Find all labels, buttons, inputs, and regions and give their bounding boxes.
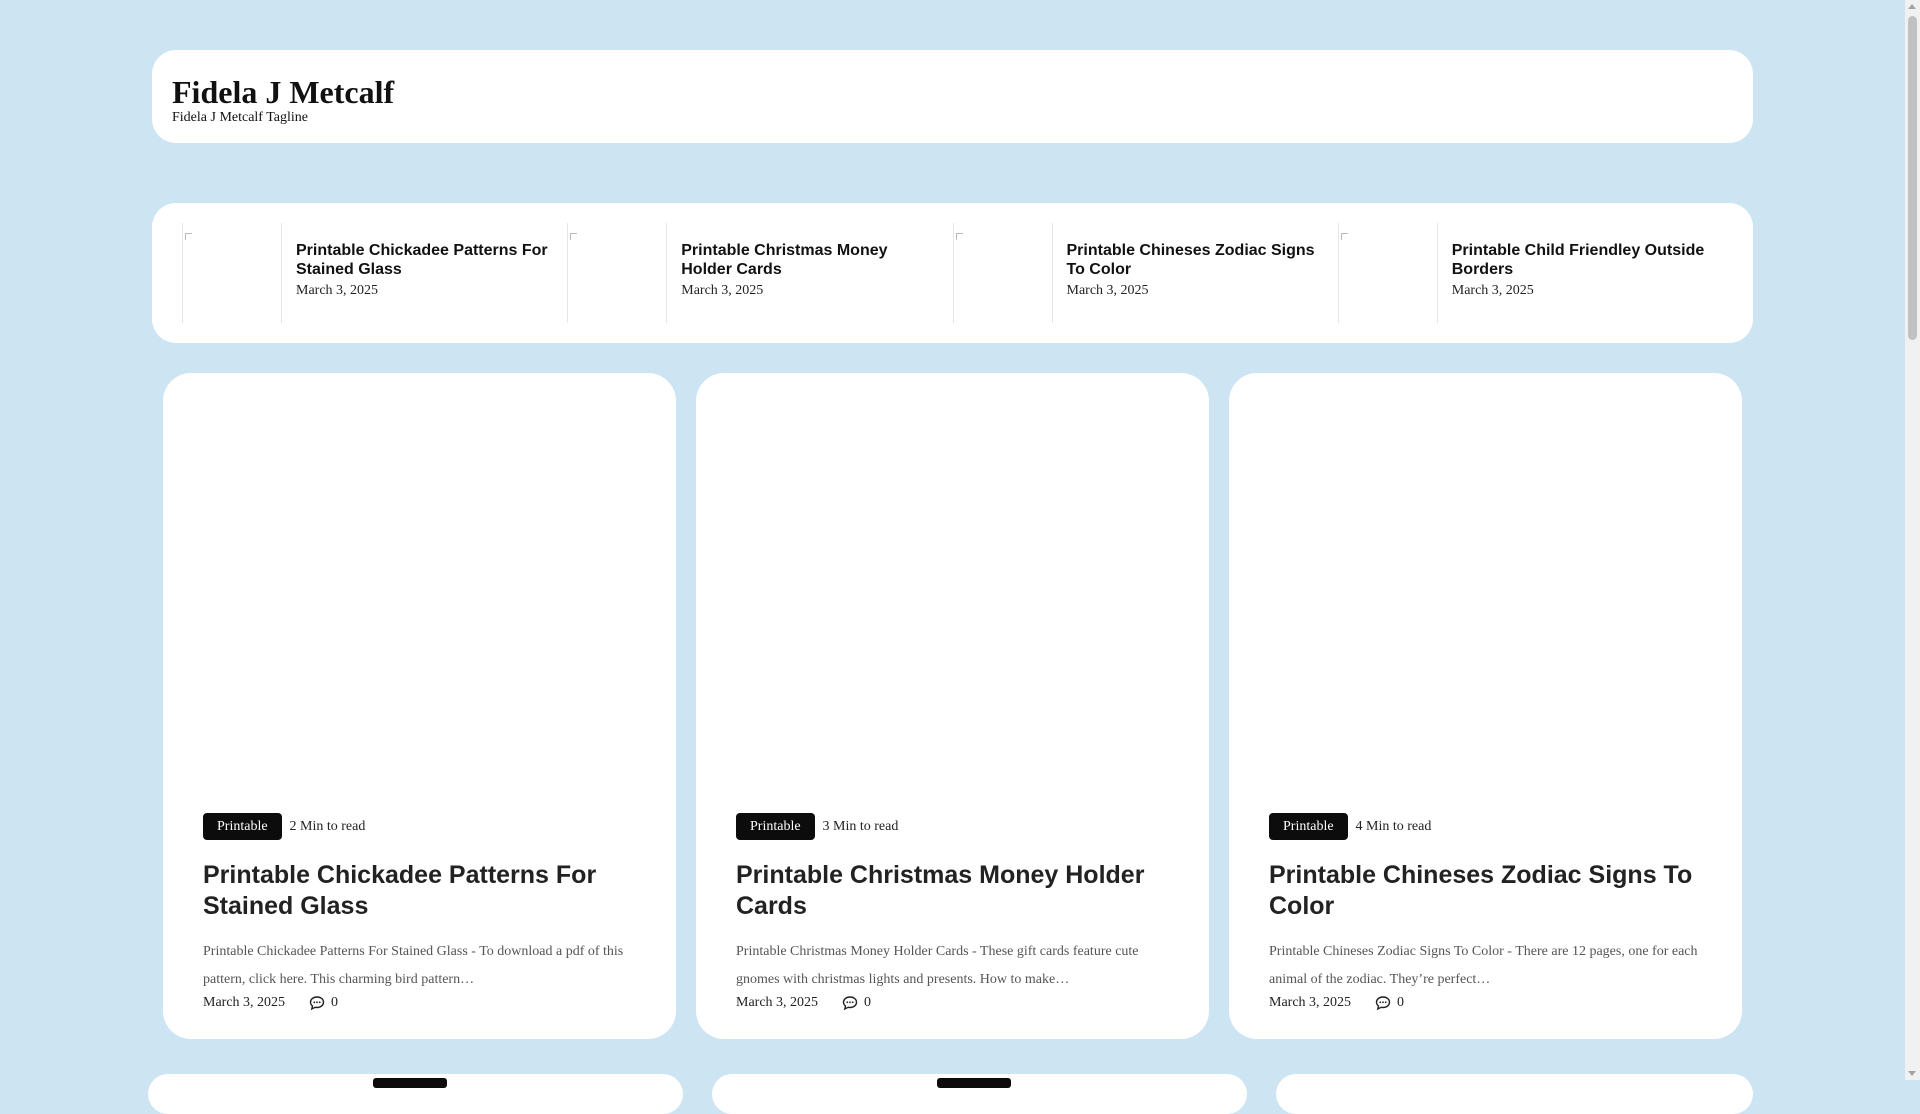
scrollbar-thumb[interactable]	[1908, 16, 1917, 340]
comment-count: 0	[1397, 995, 1405, 1010]
comments-link[interactable]: 0	[842, 995, 871, 1011]
post-card-title[interactable]: Printable Chineses Zodiac Signs To Color	[1269, 860, 1702, 922]
post-card-title[interactable]: Printable Christmas Money Holder Cards	[736, 860, 1169, 922]
recent-post-title[interactable]: Printable Christmas Money Holder Cards	[681, 241, 941, 279]
recent-post-thumbnail[interactable]	[182, 223, 282, 323]
post-card: Printable 4 Min to read Printable Chines…	[1229, 373, 1742, 1039]
page-scrollbar[interactable]	[1905, 0, 1920, 1080]
read-time: 3 Min to read	[822, 818, 899, 834]
recent-post-date: March 3, 2025	[1066, 283, 1149, 298]
broken-image-icon	[185, 233, 192, 240]
recent-post-title[interactable]: Printable Chineses Zodiac Signs To Color	[1067, 241, 1327, 279]
comment-count: 0	[864, 995, 872, 1010]
post-card-image[interactable]	[736, 373, 1169, 813]
recent-post-title[interactable]: Printable Child Friendley Outside Border…	[1452, 241, 1712, 279]
post-card-excerpt: Printable Chineses Zodiac Signs To Color…	[1269, 944, 1698, 987]
comment-icon	[309, 996, 325, 1011]
recent-post-date: March 3, 2025	[1451, 283, 1534, 298]
recent-post-date: March 3, 2025	[681, 283, 764, 298]
comments-link[interactable]: 0	[309, 995, 338, 1011]
recent-post-thumbnail[interactable]	[567, 223, 668, 323]
recent-post-item[interactable]: Printable Christmas Money Holder Cards M…	[567, 223, 952, 323]
broken-image-icon	[1340, 233, 1348, 240]
post-card-image[interactable]	[1269, 373, 1702, 813]
comment-icon	[842, 996, 858, 1011]
comment-icon	[1375, 996, 1391, 1011]
broken-image-icon	[570, 233, 578, 240]
category-badge[interactable]: Printable	[1269, 813, 1348, 840]
post-card-next-row	[1276, 1074, 1753, 1114]
site-title[interactable]: Fidela J Metcalf	[172, 74, 1733, 110]
category-badge[interactable]: Printable	[203, 813, 282, 840]
read-time: 2 Min to read	[289, 818, 366, 834]
post-card-date: March 3, 2025	[203, 995, 286, 1010]
post-card: Printable 2 Min to read Printable Chicka…	[163, 373, 676, 1039]
recent-post-item[interactable]: Printable Chineses Zodiac Signs To Color…	[952, 223, 1338, 323]
broken-image-icon	[955, 233, 963, 240]
scroll-up-arrow-icon[interactable]	[1908, 4, 1916, 9]
post-card: Printable 3 Min to read Printable Christ…	[696, 373, 1209, 1039]
post-card-excerpt: Printable Christmas Money Holder Cards -…	[736, 944, 1139, 987]
post-card-excerpt: Printable Chickadee Patterns For Stained…	[203, 944, 624, 987]
recent-post-date: March 3, 2025	[296, 283, 379, 298]
recent-posts-strip: Printable Chickadee Patterns For Stained…	[152, 203, 1753, 343]
scroll-down-arrow-icon[interactable]	[1908, 1071, 1916, 1076]
read-time: 4 Min to read	[1355, 818, 1432, 834]
post-card-date: March 3, 2025	[736, 995, 819, 1010]
post-card-next-row	[712, 1074, 1247, 1114]
post-card-title[interactable]: Printable Chickadee Patterns For Stained…	[203, 860, 636, 922]
recent-post-item[interactable]: Printable Chickadee Patterns For Stained…	[182, 223, 567, 323]
site-tagline: Fidela J Metcalf Tagline	[172, 110, 309, 125]
post-card-next-row	[148, 1074, 683, 1114]
site-header: Fidela J Metcalf Fidela J Metcalf Taglin…	[152, 50, 1753, 143]
category-badge[interactable]: Printable	[736, 813, 815, 840]
recent-post-item[interactable]: Printable Child Friendley Outside Border…	[1337, 223, 1723, 323]
recent-post-title[interactable]: Printable Chickadee Patterns For Stained…	[296, 241, 556, 279]
recent-post-thumbnail[interactable]	[1337, 223, 1438, 323]
post-card-image[interactable]	[203, 373, 636, 813]
comments-link[interactable]: 0	[1375, 995, 1404, 1011]
comment-count: 0	[331, 995, 339, 1010]
post-card-date: March 3, 2025	[1269, 995, 1352, 1010]
recent-post-thumbnail[interactable]	[952, 223, 1053, 323]
